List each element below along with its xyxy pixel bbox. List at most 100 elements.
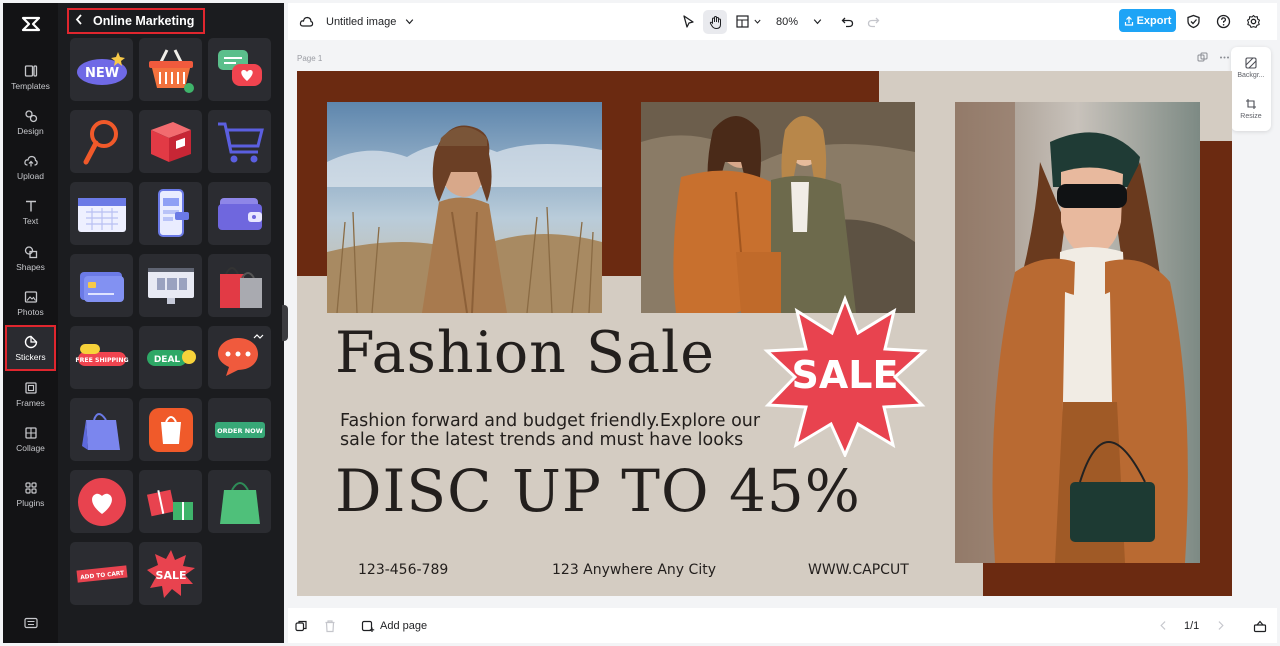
sticker-mobile-shop[interactable] — [139, 182, 202, 245]
more-options-icon[interactable] — [1219, 52, 1230, 66]
left-rail: Templates Design Upload Text Shapes Phot… — [3, 3, 58, 643]
layout-grid-dropdown[interactable] — [735, 3, 762, 40]
sticker-order-now[interactable]: ORDER NOW — [208, 398, 271, 461]
settings-gear-icon[interactable] — [1246, 3, 1261, 40]
right-tool-panel: Backgr... Resize — [1231, 47, 1271, 131]
design-discount-text[interactable]: DISC UP TO 45% — [335, 457, 861, 525]
sticker-heart[interactable] — [70, 470, 133, 533]
panel-collapse-handle[interactable] — [282, 305, 288, 341]
keyboard-shortcuts-icon[interactable] — [3, 613, 58, 633]
cloud-sync-icon[interactable] — [299, 3, 314, 40]
rail-item-photos[interactable]: Photos — [5, 281, 56, 325]
back-arrow-icon[interactable] — [75, 14, 83, 28]
sticker-shopping-cart[interactable] — [208, 110, 271, 173]
sticker-add-to-cart[interactable]: ADD TO CART — [70, 542, 133, 605]
rail-item-label: Shapes — [16, 261, 45, 272]
chevron-down-icon — [813, 19, 822, 25]
sticker-sale[interactable]: SALE — [139, 542, 202, 605]
frames-icon — [24, 381, 37, 394]
rail-item-label: Text — [22, 215, 39, 226]
sticker-text: FREE SHIPPING — [75, 357, 128, 364]
sticker-free-shipping[interactable]: FREE SHIPPING — [70, 326, 133, 389]
zoom-dropdown[interactable]: 80% — [776, 3, 823, 40]
sticker-chat-heart[interactable] — [208, 38, 271, 101]
redo-icon[interactable] — [866, 3, 881, 40]
help-icon[interactable] — [1216, 3, 1231, 40]
bottom-toolbar: Add page 1/1 — [288, 608, 1277, 643]
sticker-calendar[interactable] — [70, 182, 133, 245]
sale-badge[interactable]: SALE — [763, 294, 928, 459]
shapes-icon — [24, 245, 37, 258]
layout-icon — [736, 15, 749, 28]
design-address[interactable]: 123 Anywhere Any City — [552, 562, 716, 578]
hand-tool-icon[interactable] — [703, 10, 727, 34]
add-page-icon — [361, 620, 375, 632]
sticker-wallet[interactable] — [208, 182, 271, 245]
model-photo-3[interactable] — [955, 102, 1200, 563]
rail-item-stickers[interactable]: Stickers — [5, 325, 56, 371]
resize-tool[interactable]: Resize — [1231, 98, 1271, 120]
chevron-down-icon — [406, 19, 414, 25]
export-button[interactable]: Export — [1119, 9, 1176, 32]
rail-item-templates[interactable]: Templates — [5, 55, 56, 99]
document-title[interactable]: Untitled image — [326, 3, 415, 40]
rail-item-label: Photos — [17, 306, 44, 317]
sticker-shopping-bag[interactable] — [70, 398, 133, 461]
sticker-magnifier[interactable] — [70, 110, 133, 173]
zoom-value: 80% — [776, 15, 799, 28]
duplicate-page-icon[interactable] — [1197, 52, 1208, 66]
rail-item-text[interactable]: Text — [5, 190, 56, 234]
sticker-green-bag[interactable] — [208, 470, 271, 533]
sticker-shop-app[interactable] — [139, 398, 202, 461]
design-subtitle[interactable]: Fashion forward and budget friendly.Expl… — [340, 412, 800, 450]
upload-icon — [23, 155, 38, 166]
rail-item-design[interactable]: Design — [5, 100, 56, 144]
panel-title: Online Marketing — [93, 14, 195, 28]
background-tool[interactable]: Backgr... — [1231, 57, 1271, 79]
capcut-logo-icon[interactable] — [3, 9, 58, 39]
background-label: Backgr... — [1237, 72, 1265, 79]
sticker-credit-card[interactable] — [70, 254, 133, 317]
select-tool-icon[interactable] — [681, 3, 696, 40]
rail-item-upload[interactable]: Upload — [5, 145, 56, 189]
rail-item-label: Stickers — [15, 351, 46, 362]
stickers-icon — [24, 335, 37, 348]
templates-icon — [24, 64, 37, 77]
design-canvas[interactable]: Fashion Sale Fashion forward and budget … — [297, 71, 1232, 596]
sticker-deal[interactable]: DEAL — [139, 326, 202, 389]
export-label: Export — [1136, 14, 1172, 27]
design-phone[interactable]: 123-456-789 — [358, 562, 448, 578]
sticker-text: ORDER NOW — [217, 427, 263, 435]
rail-item-collage[interactable]: Collage — [5, 417, 56, 461]
share-icon — [1124, 15, 1133, 26]
next-page-icon[interactable] — [1215, 608, 1226, 643]
add-page-button[interactable]: Add page — [361, 608, 427, 643]
sticker-text: DEAL — [153, 355, 180, 365]
model-photo-2[interactable] — [641, 102, 915, 313]
undo-icon[interactable] — [840, 3, 855, 40]
panel-header[interactable]: Online Marketing — [67, 8, 205, 34]
rail-item-frames[interactable]: Frames — [5, 372, 56, 416]
model-photo-1[interactable] — [327, 102, 602, 313]
sticker-gift-boxes[interactable] — [139, 470, 202, 533]
design-title[interactable]: Fashion Sale — [335, 320, 715, 386]
rail-item-plugins[interactable]: Plugins — [5, 472, 56, 516]
delete-page-icon[interactable] — [323, 608, 337, 643]
sticker-new[interactable]: NEW — [70, 38, 133, 101]
sticker-chat-bubble[interactable] — [208, 326, 271, 389]
rail-item-label: Templates — [11, 80, 50, 91]
page-label: Page 1 — [297, 54, 323, 63]
shield-icon[interactable] — [1186, 3, 1201, 40]
previous-page-icon[interactable] — [1158, 608, 1169, 643]
sticker-shopping-basket[interactable] — [139, 38, 202, 101]
rail-item-label: Frames — [16, 397, 45, 408]
page-counter: 1/1 — [1184, 619, 1200, 632]
sticker-package-box[interactable] — [139, 110, 202, 173]
design-website[interactable]: WWW.CAPCUT — [808, 562, 909, 578]
layers-icon[interactable] — [1253, 608, 1267, 643]
sticker-monitor[interactable] — [139, 254, 202, 317]
copy-page-icon[interactable] — [294, 608, 308, 643]
sticker-shopping-bags[interactable] — [208, 254, 271, 317]
rail-item-shapes[interactable]: Shapes — [5, 236, 56, 280]
collage-icon — [24, 426, 37, 439]
